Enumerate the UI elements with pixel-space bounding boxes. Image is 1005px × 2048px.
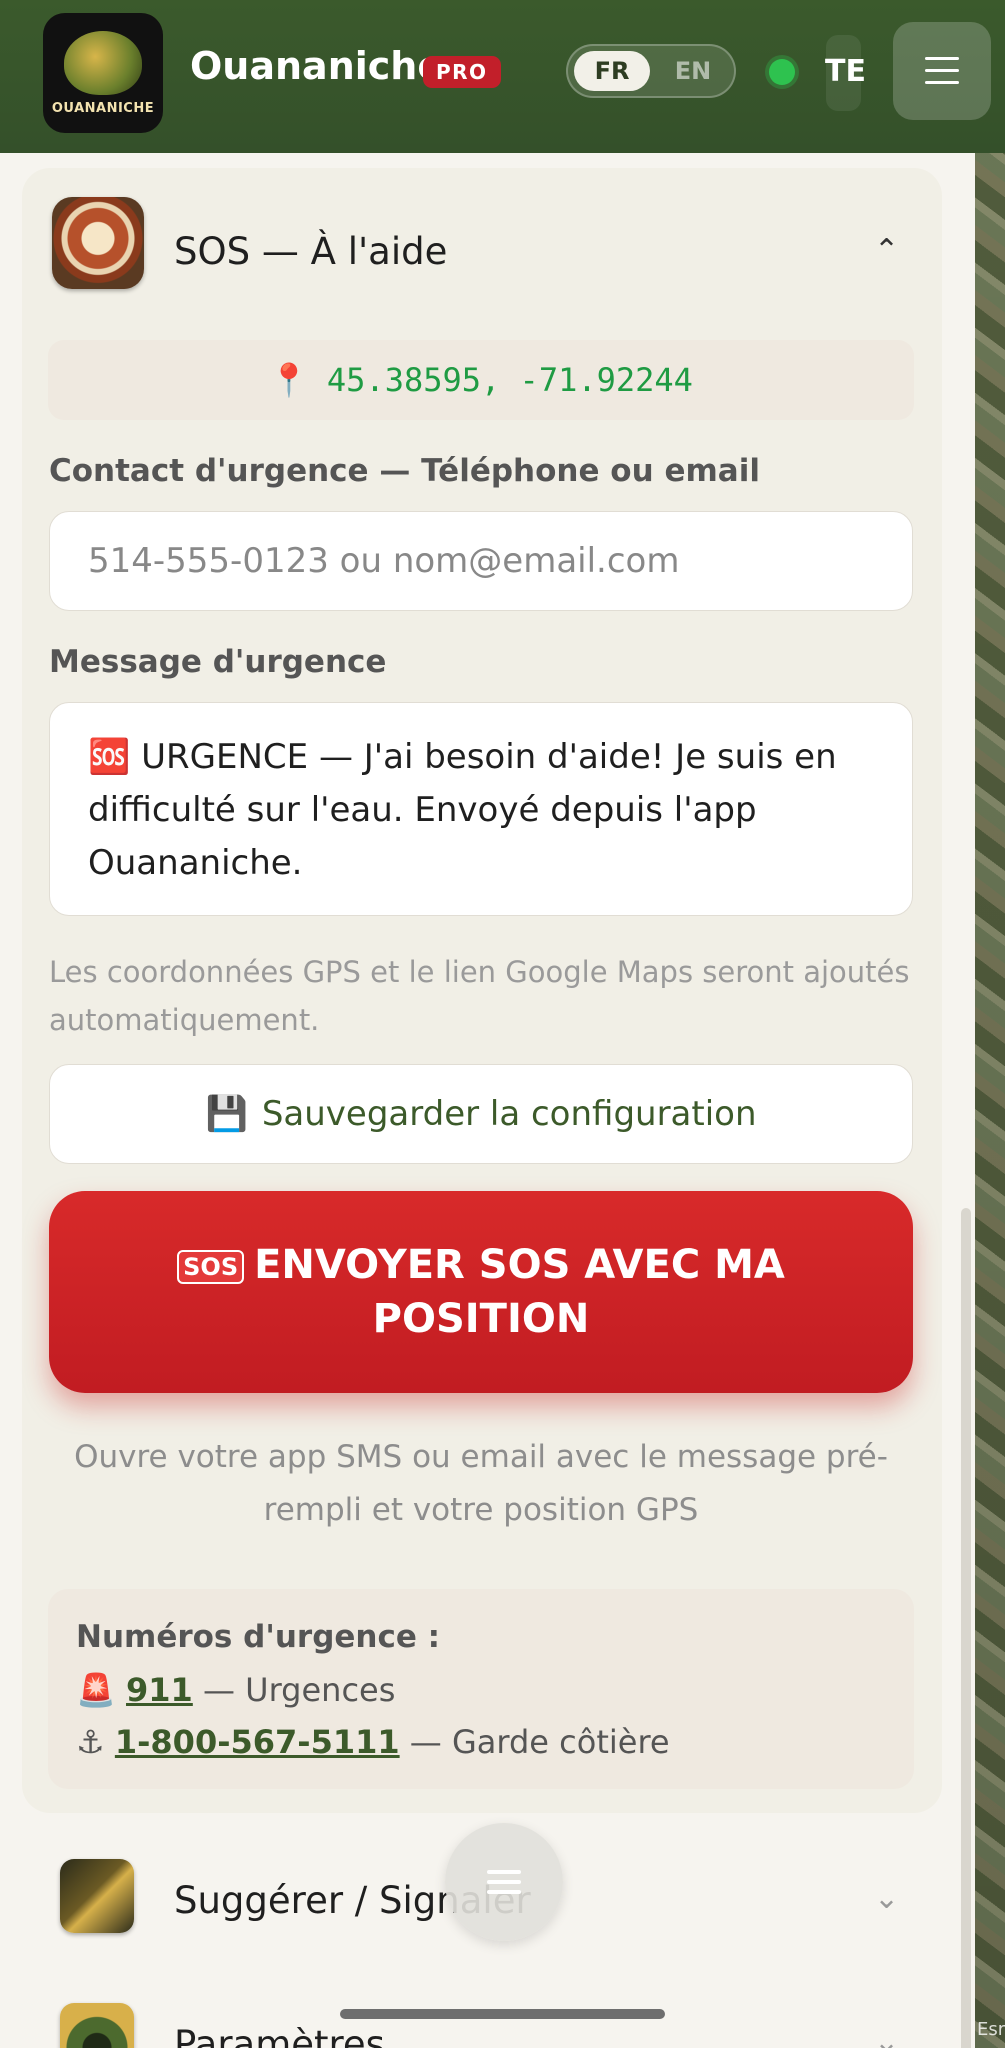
lang-fr-option[interactable]: FR xyxy=(574,51,650,91)
lifebuoy-icon xyxy=(52,197,144,289)
phone-911-link[interactable]: 911 xyxy=(126,1671,193,1709)
send-sos-label: ENVOYER SOS AVEC MA POSITION xyxy=(254,1242,785,1342)
send-sos-button[interactable]: SOS ENVOYER SOS AVEC MA POSITION xyxy=(49,1191,913,1393)
emergency-line-911: 🚨 911 — Urgences xyxy=(76,1671,395,1709)
app-logo[interactable]: OUANANICHE xyxy=(43,13,163,133)
chevron-down-icon: ⌄ xyxy=(874,2025,900,2048)
sos-card: SOS — À l'aide ⌃ 📍 45.38595, -71.92244 C… xyxy=(22,168,942,1813)
top-bar: OUANANICHE Ouananiche PRO FR EN TE xyxy=(0,0,1005,153)
save-config-label: Sauvegarder la configuration xyxy=(261,1094,757,1134)
side-panel: SOS — À l'aide ⌃ 📍 45.38595, -71.92244 C… xyxy=(0,153,975,2048)
gps-hint-text: Les coordonnées GPS et le lien Google Ma… xyxy=(49,955,910,1037)
quill-icon xyxy=(60,1859,134,1933)
hamburger-icon xyxy=(487,1870,521,1894)
floppy-disk-icon: 💾 xyxy=(205,1094,248,1134)
status-label: TE xyxy=(825,54,866,89)
settings-section-title: Paramètres xyxy=(174,2023,385,2048)
app-title: Ouananiche xyxy=(190,44,444,88)
save-config-button[interactable]: 💾 Sauvegarder la configuration xyxy=(49,1064,913,1164)
phone-coast-guard-link[interactable]: 1-800-567-5111 xyxy=(115,1723,400,1761)
send-sos-subtext: Ouvre votre app SMS ou email avec le mes… xyxy=(74,1439,888,1528)
hamburger-icon xyxy=(925,57,959,85)
emergency-numbers-title: Numéros d'urgence : xyxy=(76,1619,441,1655)
emergency-message-textarea[interactable]: 🆘 URGENCE — J'ai besoin d'aide! Je suis … xyxy=(49,702,913,916)
anchor-icon: ⚓ xyxy=(76,1723,105,1761)
status-online-icon xyxy=(769,59,795,85)
chevron-up-icon[interactable]: ⌃ xyxy=(874,236,899,266)
map-credit: Esri xyxy=(977,2019,1005,2040)
fish-logo-icon xyxy=(64,30,142,95)
panel-scrollbar[interactable] xyxy=(961,1208,971,2048)
emergency-desc: — Garde côtière xyxy=(399,1723,670,1761)
emergency-desc: — Urgences xyxy=(192,1671,396,1709)
logo-text: OUANANICHE xyxy=(51,100,155,116)
language-toggle[interactable]: FR EN xyxy=(566,44,736,98)
message-label: Message d'urgence xyxy=(49,644,387,680)
coordinates-value: 45.38595, -71.92244 xyxy=(326,361,693,399)
floating-menu-button[interactable] xyxy=(445,1823,563,1941)
chevron-down-icon: ⌄ xyxy=(874,1881,900,1916)
gps-coordinates: 📍 45.38595, -71.92244 xyxy=(48,340,914,420)
gear-icon xyxy=(60,2003,134,2048)
sos-card-title[interactable]: SOS — À l'aide xyxy=(174,230,447,273)
emergency-line-coast-guard: ⚓ 1-800-567-5111 — Garde côtière xyxy=(76,1723,670,1761)
contact-label: Contact d'urgence — Téléphone ou email xyxy=(49,453,760,489)
satellite-map[interactable]: Esri xyxy=(975,150,1005,2048)
lang-en-option[interactable]: EN xyxy=(658,51,728,91)
pro-badge: PRO xyxy=(423,56,501,88)
menu-button[interactable] xyxy=(893,22,991,120)
sos-glyph-icon: SOS xyxy=(177,1250,245,1284)
home-indicator[interactable] xyxy=(340,2009,665,2019)
siren-icon: 🚨 xyxy=(76,1671,116,1709)
emergency-contact-input[interactable]: 514-555-0123 ou nom@email.com xyxy=(49,511,913,611)
location-pin-icon: 📍 xyxy=(269,361,309,399)
emergency-numbers-box: Numéros d'urgence : 🚨 911 — Urgences ⚓ 1… xyxy=(48,1589,914,1789)
